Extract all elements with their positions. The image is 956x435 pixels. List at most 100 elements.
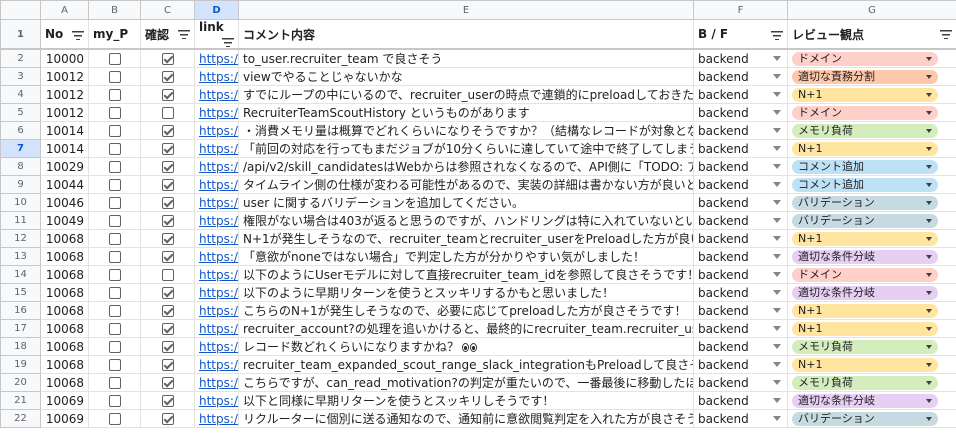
cell-my-p[interactable] xyxy=(88,301,141,320)
cell-confirm[interactable] xyxy=(140,373,195,392)
cell-link[interactable]: https://g xyxy=(194,193,239,212)
checkbox[interactable] xyxy=(108,269,121,281)
dropdown-arrow-icon[interactable] xyxy=(773,380,781,385)
header-comment[interactable]: コメント内容 xyxy=(238,19,694,50)
cell-no[interactable]: 10029 xyxy=(40,157,89,176)
cell-review[interactable]: メモリ負荷 xyxy=(787,337,956,356)
link-text[interactable]: https://g xyxy=(199,70,238,84)
cell-link[interactable]: https://g xyxy=(194,121,239,140)
dropdown-arrow-icon[interactable] xyxy=(773,200,781,205)
cell-confirm[interactable] xyxy=(140,283,195,302)
cell-link[interactable]: https://g xyxy=(194,283,239,302)
link-text[interactable]: https://g xyxy=(199,142,238,156)
cell-confirm[interactable] xyxy=(140,229,195,248)
link-text[interactable]: https://g xyxy=(199,376,238,390)
cell-comment[interactable]: 以下と同様に早期リターンを使うとスッキリしそうです！ xyxy=(238,391,694,410)
cell-bf[interactable]: backend xyxy=(693,157,788,176)
cell-no[interactable]: 10012 xyxy=(40,85,89,104)
dropdown-arrow-icon[interactable] xyxy=(773,218,781,223)
checkbox[interactable] xyxy=(108,215,121,227)
checkbox[interactable] xyxy=(108,233,121,245)
cell-comment[interactable]: recruiter_account?の処理を追いかけると、最終的にrecruit… xyxy=(238,319,694,338)
cell-my-p[interactable] xyxy=(88,139,141,158)
cell-my-p[interactable] xyxy=(88,391,141,410)
filter-icon[interactable] xyxy=(940,29,952,40)
cell-my-p[interactable] xyxy=(88,193,141,212)
cell-no[interactable]: 10068 xyxy=(40,301,89,320)
checkbox[interactable] xyxy=(161,215,174,227)
cell-my-p[interactable] xyxy=(88,283,141,302)
cell-my-p[interactable] xyxy=(88,175,141,194)
cell-link[interactable]: https://g xyxy=(194,67,239,86)
cell-my-p[interactable] xyxy=(88,85,141,104)
review-chip[interactable]: N+1 xyxy=(792,141,938,156)
dropdown-arrow-icon[interactable] xyxy=(773,344,781,349)
row-number[interactable]: 7 xyxy=(0,139,41,158)
cell-my-p[interactable] xyxy=(88,103,141,122)
review-chip[interactable]: N+1 xyxy=(792,303,938,318)
cell-comment[interactable]: viewでやることじゃないかな xyxy=(238,67,694,86)
cell-comment[interactable]: RecruiterTeamScoutHistory というものがあります xyxy=(238,103,694,122)
cell-confirm[interactable] xyxy=(140,301,195,320)
checkbox[interactable] xyxy=(161,53,174,65)
review-chip[interactable]: バリデーション xyxy=(792,213,938,228)
cell-bf[interactable]: backend xyxy=(693,67,788,86)
cell-comment[interactable]: レコード数どれくらいになりますかね？ xyxy=(238,337,694,356)
cell-link[interactable]: https://g xyxy=(194,301,239,320)
dropdown-arrow-icon[interactable] xyxy=(773,110,781,115)
cell-my-p[interactable] xyxy=(88,211,141,230)
cell-link[interactable]: https://g xyxy=(194,175,239,194)
dropdown-arrow-icon[interactable] xyxy=(773,398,781,403)
cell-no[interactable]: 10014 xyxy=(40,139,89,158)
row-number[interactable]: 10 xyxy=(0,193,41,212)
checkbox[interactable] xyxy=(161,179,174,191)
cell-my-p[interactable] xyxy=(88,229,141,248)
review-chip[interactable]: 適切な条件分岐 xyxy=(792,285,938,300)
cell-link[interactable]: https://g xyxy=(194,211,239,230)
cell-review[interactable]: 適切な責務分割 xyxy=(787,67,956,86)
checkbox[interactable] xyxy=(161,197,174,209)
column-header-d[interactable]: D xyxy=(194,0,239,20)
cell-confirm[interactable] xyxy=(140,85,195,104)
cell-review[interactable]: 適切な条件分岐 xyxy=(787,283,956,302)
row-number[interactable]: 5 xyxy=(0,103,41,122)
link-text[interactable]: https://g xyxy=(199,286,238,300)
checkbox[interactable] xyxy=(108,143,121,155)
cell-my-p[interactable] xyxy=(88,265,141,284)
cell-review[interactable]: バリデーション xyxy=(787,193,956,212)
cell-my-p[interactable] xyxy=(88,373,141,392)
row-number[interactable]: 2 xyxy=(0,48,41,68)
cell-link[interactable]: https://g xyxy=(194,265,239,284)
cell-no[interactable]: 10012 xyxy=(40,67,89,86)
cell-link[interactable]: https://g xyxy=(194,139,239,158)
column-header-f[interactable]: F xyxy=(693,0,788,20)
cell-bf[interactable]: backend xyxy=(693,409,788,428)
cell-my-p[interactable] xyxy=(88,355,141,374)
checkbox[interactable] xyxy=(108,323,121,335)
cell-review[interactable]: N+1 xyxy=(787,139,956,158)
cell-no[interactable]: 10068 xyxy=(40,337,89,356)
checkbox[interactable] xyxy=(108,107,121,119)
cell-review[interactable]: バリデーション xyxy=(787,211,956,230)
cell-bf[interactable]: backend xyxy=(693,48,788,68)
cell-bf[interactable]: backend xyxy=(693,391,788,410)
review-chip[interactable]: バリデーション xyxy=(792,411,938,426)
row-number[interactable]: 9 xyxy=(0,175,41,194)
cell-review[interactable]: コメント追加 xyxy=(787,175,956,194)
cell-bf[interactable]: backend xyxy=(693,229,788,248)
cell-no[interactable]: 10000 xyxy=(40,48,89,68)
cell-review[interactable]: N+1 xyxy=(787,85,956,104)
cell-no[interactable]: 10012 xyxy=(40,103,89,122)
cell-bf[interactable]: backend xyxy=(693,103,788,122)
checkbox[interactable] xyxy=(161,395,174,407)
checkbox[interactable] xyxy=(108,395,121,407)
cell-no[interactable]: 10068 xyxy=(40,355,89,374)
cell-review[interactable]: 適切な条件分岐 xyxy=(787,247,956,266)
cell-bf[interactable]: backend xyxy=(693,283,788,302)
cell-bf[interactable]: backend xyxy=(693,301,788,320)
column-header-a[interactable]: A xyxy=(40,0,89,20)
checkbox[interactable] xyxy=(161,413,174,425)
filter-icon[interactable] xyxy=(222,38,234,47)
review-chip[interactable]: N+1 xyxy=(792,87,938,102)
review-chip[interactable]: ドメイン xyxy=(792,267,938,282)
